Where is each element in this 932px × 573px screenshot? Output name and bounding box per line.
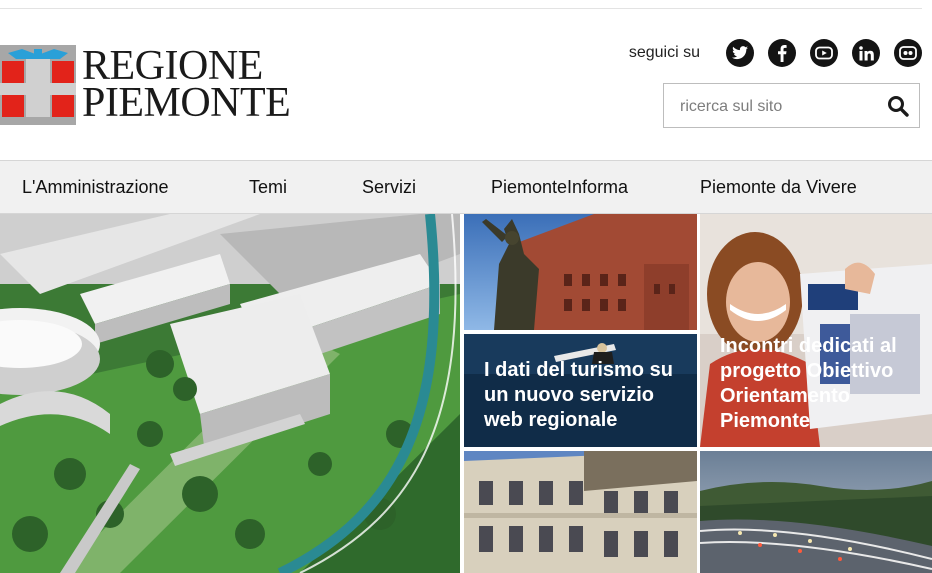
- youtube-icon[interactable]: [810, 39, 838, 67]
- nav-item-piemonte-da-vivere[interactable]: Piemonte da Vivere: [700, 161, 857, 213]
- social-label: seguici su: [628, 44, 700, 61]
- nav-item-temi[interactable]: Temi: [249, 161, 287, 213]
- social-links: seguici su: [629, 39, 922, 67]
- linkedin-icon[interactable]: [852, 39, 880, 67]
- architecture-rendering-image: [0, 214, 460, 573]
- search-icon[interactable]: [887, 95, 909, 117]
- flickr-icon[interactable]: [894, 39, 922, 67]
- site-header: REGIONE PIEMONTE seguici su: [0, 9, 932, 160]
- site-logo[interactable]: REGIONE PIEMONTE: [0, 45, 291, 126]
- facebook-icon[interactable]: [768, 39, 796, 67]
- logo-line-2: PIEMONTE: [82, 80, 291, 126]
- news-caption-turismo: I dati del turismo su un nuovo servizio …: [484, 359, 673, 431]
- highway-image: [700, 451, 932, 573]
- logo-wordmark: REGIONE PIEMONTE: [82, 45, 291, 126]
- news-caption-orientamento: Incontri dedicati al progetto Obiettivo …: [720, 335, 897, 432]
- news-tile-turismo[interactable]: I dati del turismo su un nuovo servizio …: [464, 334, 697, 447]
- highway-tile[interactable]: [700, 451, 932, 573]
- nav-item-amministrazione[interactable]: L'Amministrazione: [22, 161, 169, 213]
- news-tile-orientamento[interactable]: Incontri dedicati al progetto Obiettivo …: [700, 214, 932, 447]
- porta-palatina-tile[interactable]: [464, 214, 697, 330]
- porta-palatina-image: [464, 214, 697, 330]
- historic-building-image: [464, 451, 697, 573]
- regione-piemonte-emblem: [0, 45, 76, 125]
- search-input[interactable]: [678, 84, 882, 129]
- hero-image-tile[interactable]: [0, 214, 460, 573]
- main-navigation: L'Amministrazione Temi Servizi PiemonteI…: [0, 160, 932, 214]
- site-search: [663, 83, 920, 129]
- nav-item-servizi[interactable]: Servizi: [362, 161, 416, 213]
- nav-item-piemonteinforma[interactable]: PiemonteInforma: [491, 161, 628, 213]
- twitter-icon[interactable]: [726, 39, 754, 67]
- historic-building-tile[interactable]: [464, 451, 697, 573]
